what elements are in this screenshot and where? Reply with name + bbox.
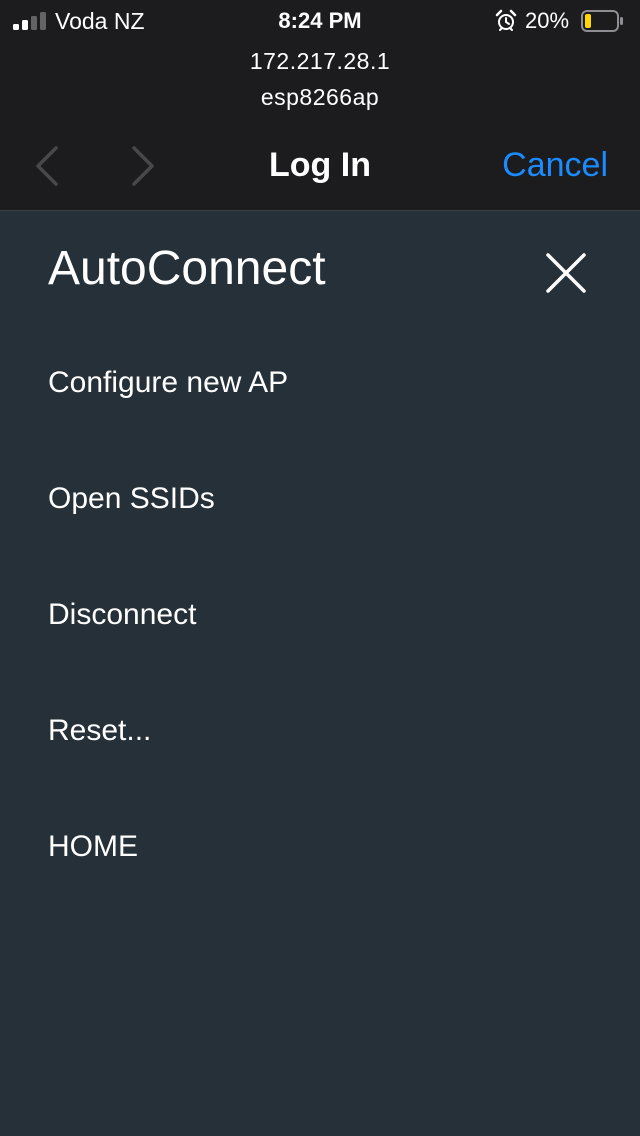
- battery-icon: [581, 10, 623, 32]
- menu-item-open-ssids[interactable]: Open SSIDs: [48, 481, 215, 517]
- battery-percent: 20%: [525, 8, 570, 33]
- portal-ssid: esp8266ap: [260, 84, 380, 110]
- cancel-button[interactable]: Cancel: [502, 144, 608, 186]
- menu-item-configure-new-ap[interactable]: Configure new AP: [48, 365, 288, 401]
- captive-portal-header: Voda NZ 8:24 PM 20% 172.217.28.1 esp8266…: [0, 0, 640, 210]
- status-bar: Voda NZ 8:24 PM 20%: [0, 0, 640, 42]
- alarm-clock-icon: [494, 9, 518, 33]
- menu-item-reset[interactable]: Reset...: [48, 713, 151, 749]
- autoconnect-menu-panel: AutoConnect Configure new AP Open SSIDs …: [0, 211, 640, 1136]
- menu-title: AutoConnect: [48, 242, 326, 295]
- navigation-bar: Log In Cancel: [0, 130, 640, 200]
- menu-item-home[interactable]: HOME: [48, 829, 138, 865]
- menu-item-disconnect[interactable]: Disconnect: [48, 597, 196, 633]
- portal-host: 172.217.28.1: [249, 48, 391, 74]
- close-icon[interactable]: [540, 247, 592, 299]
